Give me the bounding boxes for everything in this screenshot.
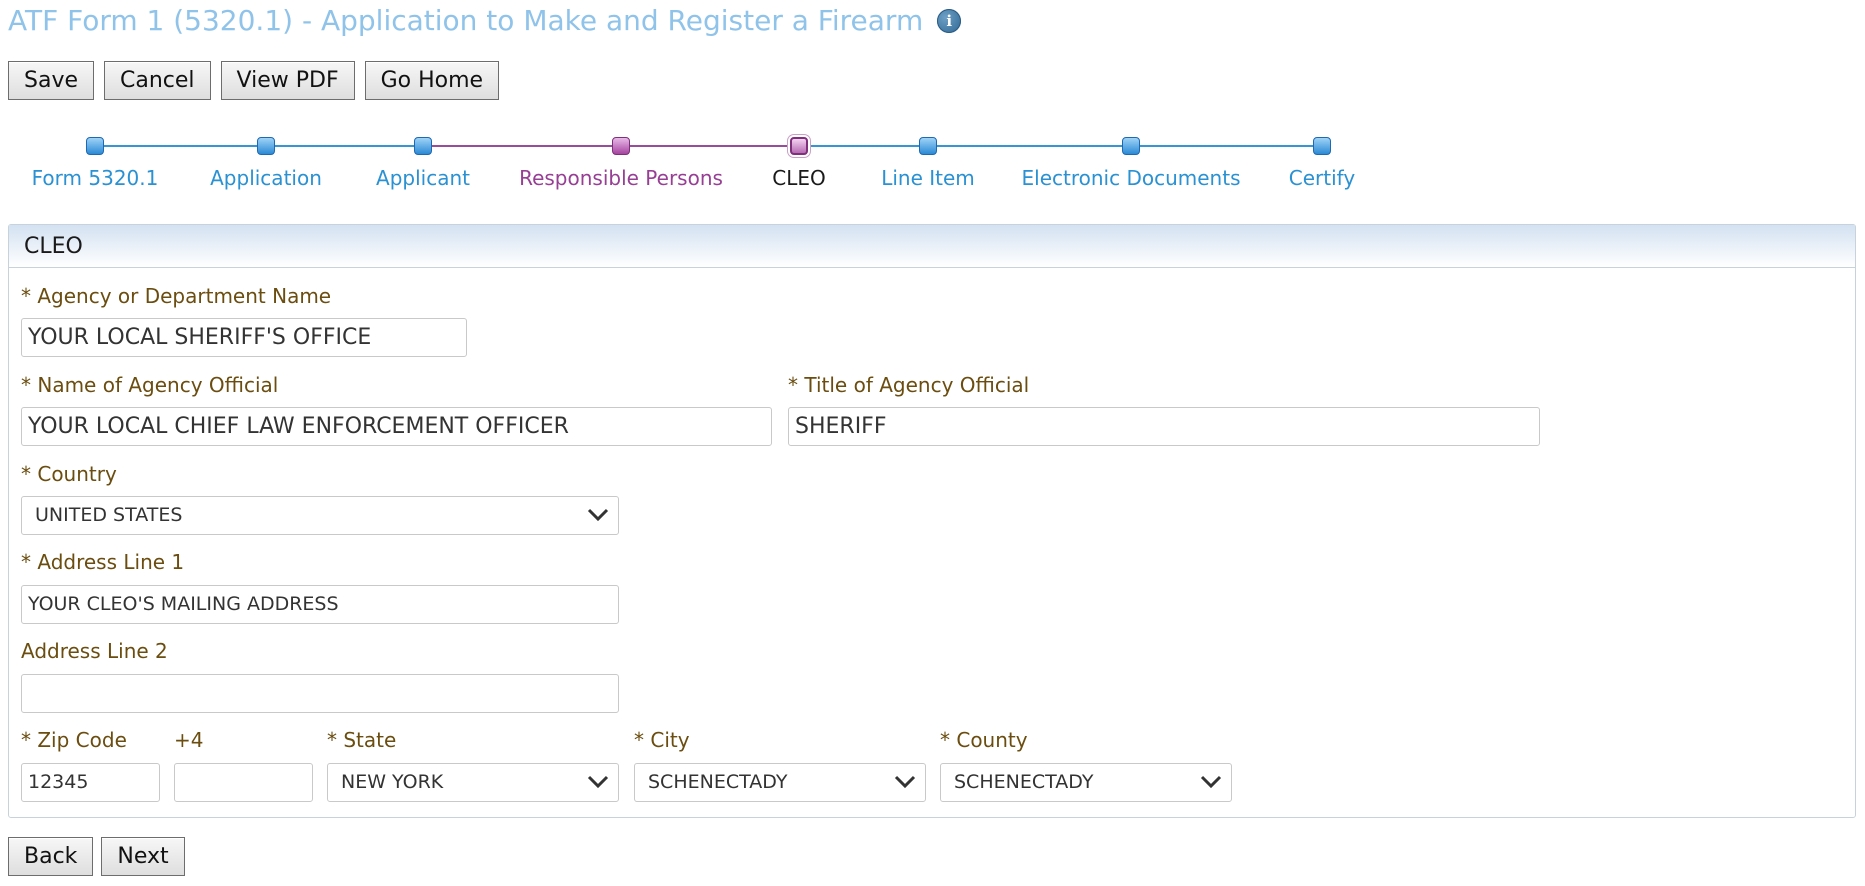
- chevron-down-icon: [587, 508, 609, 522]
- agency-label: * Agency or Department Name: [21, 284, 332, 308]
- next-button[interactable]: Next: [101, 837, 185, 876]
- page-title-text: ATF Form 1 (5320.1) - Application to Mak…: [8, 4, 924, 37]
- view-pdf-button[interactable]: View PDF: [220, 61, 355, 100]
- zip-plus4-input[interactable]: [174, 763, 313, 802]
- info-icon[interactable]: i: [937, 8, 962, 33]
- wizard-step-application[interactable]: Application: [210, 166, 322, 190]
- official-title-label: * Title of Agency Official: [788, 373, 1030, 397]
- chevron-down-icon: [587, 775, 609, 789]
- go-home-button[interactable]: Go Home: [364, 61, 500, 100]
- state-label: * State: [327, 728, 397, 752]
- country-select[interactable]: UNITED STATES: [21, 496, 619, 535]
- wizard-step-certify[interactable]: Certify: [1289, 166, 1355, 190]
- wizard-navigation: Back Next: [8, 837, 185, 876]
- wizard-step-form-5320-1[interactable]: Form 5320.1: [32, 166, 159, 190]
- official-title-input[interactable]: SHERIFF: [788, 407, 1540, 446]
- agency-name-input[interactable]: YOUR LOCAL SHERIFF'S OFFICE: [21, 318, 467, 357]
- county-select[interactable]: SCHENECTADY: [940, 763, 1232, 802]
- country-label: * Country: [21, 462, 117, 486]
- county-label: * County: [940, 728, 1028, 752]
- save-button[interactable]: Save: [8, 61, 95, 100]
- state-select-value: NEW YORK: [341, 771, 444, 793]
- address-line-2-input[interactable]: [21, 674, 619, 713]
- wizard-step-marker[interactable]: [257, 137, 275, 155]
- county-select-value: SCHENECTADY: [954, 771, 1094, 793]
- back-button[interactable]: Back: [8, 837, 94, 876]
- wizard-step-marker[interactable]: [1313, 137, 1331, 155]
- wizard-step-responsible-persons[interactable]: Responsible Persons: [519, 166, 723, 190]
- wizard-step-marker[interactable]: [919, 137, 937, 155]
- panel-title: CLEO: [9, 225, 1855, 268]
- country-select-value: UNITED STATES: [35, 504, 183, 526]
- wizard-step-marker[interactable]: [414, 137, 432, 155]
- city-label: * City: [634, 728, 690, 752]
- address-line-1-label: * Address Line 1: [21, 550, 185, 574]
- wizard-step-marker[interactable]: [612, 137, 630, 155]
- wizard-step-marker[interactable]: [86, 137, 104, 155]
- zip-plus4-label: +4: [174, 728, 204, 752]
- wizard-step-applicant[interactable]: Applicant: [376, 166, 470, 190]
- wizard-step-electronic-documents[interactable]: Electronic Documents: [1022, 166, 1241, 190]
- page-title: ATF Form 1 (5320.1) - Application to Mak…: [8, 4, 962, 37]
- toolbar: Save Cancel View PDF Go Home: [8, 61, 500, 100]
- wizard-connector: [419, 145, 799, 147]
- zip-code-input[interactable]: 12345: [21, 763, 160, 802]
- zip-code-label: * Zip Code: [21, 728, 127, 752]
- state-select[interactable]: NEW YORK: [327, 763, 619, 802]
- wizard-step-line-item[interactable]: Line Item: [881, 166, 975, 190]
- address-line-1-input[interactable]: YOUR CLEO'S MAILING ADDRESS: [21, 585, 619, 624]
- wizard-step-marker: [790, 137, 808, 155]
- wizard-connector: [799, 145, 1324, 147]
- cancel-button[interactable]: Cancel: [104, 61, 211, 100]
- city-select[interactable]: SCHENECTADY: [634, 763, 926, 802]
- cleo-panel: CLEO * Agency or Department Name YOUR LO…: [8, 224, 1856, 818]
- chevron-down-icon: [894, 775, 916, 789]
- city-select-value: SCHENECTADY: [648, 771, 788, 793]
- address-line-2-label: Address Line 2: [21, 639, 168, 663]
- page: ATF Form 1 (5320.1) - Application to Mak…: [0, 0, 1865, 886]
- wizard-step-cleo: CLEO: [772, 166, 826, 190]
- official-name-input[interactable]: YOUR LOCAL CHIEF LAW ENFORCEMENT OFFICER: [21, 407, 772, 446]
- official-name-label: * Name of Agency Official: [21, 373, 279, 397]
- chevron-down-icon: [1200, 775, 1222, 789]
- wizard-step-marker[interactable]: [1122, 137, 1140, 155]
- wizard-steps: Form 5320.1 Application Applicant Respon…: [0, 130, 1400, 200]
